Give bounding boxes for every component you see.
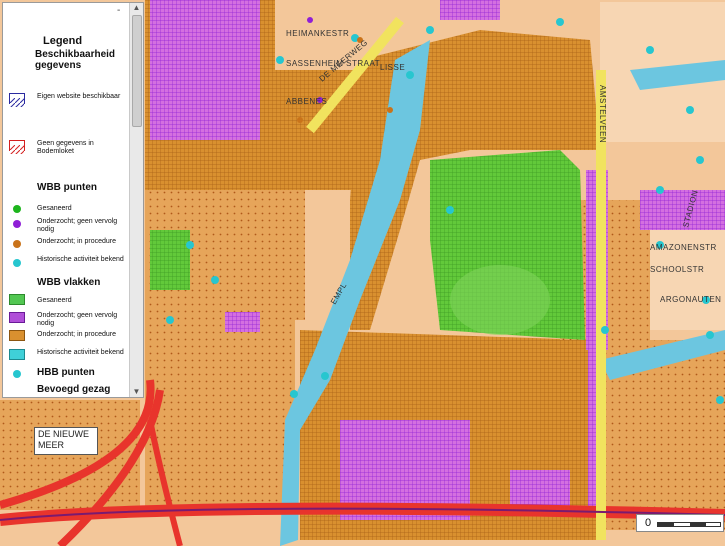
street-label-amstelveen: AMSTELVEEN — [598, 85, 607, 143]
street-label-schoolstraat: SCHOOLSTR — [650, 265, 704, 274]
scrollbar-thumb[interactable] — [132, 15, 142, 127]
legend-wbb-point-3: Historische activiteit bekend — [37, 256, 124, 263]
street-label-argonautenstraat: ARGONAUTEN — [660, 295, 721, 304]
scroll-down-icon[interactable]: ▼ — [130, 387, 143, 397]
legend-section-hbb-points: HBB punten — [37, 367, 95, 378]
legend-wbb-point-1: Onderzocht; geen vervolg nodig — [37, 218, 118, 233]
legend-wbb-area-3: Historische activiteit bekend — [37, 349, 124, 356]
legend-section-authority: Bevoegd gezag — [37, 384, 111, 395]
legend-wbb-area-1: Onderzocht; geen vervolg nodig — [37, 312, 118, 327]
wbb-point-sanitized-icon — [13, 205, 21, 213]
legend-wbb-area-2: Onderzocht; in procedure — [37, 331, 116, 338]
wbb-point-history-icon — [13, 259, 21, 267]
legend-section-availability: Beschikbaarheid gegevens — [35, 49, 116, 71]
wbb-area-sanitized-swatch — [9, 294, 25, 305]
legend-section-wbb-areas: WBB vlakken — [37, 277, 101, 288]
place-label-line-1: DE NIEUWE — [38, 429, 90, 439]
legend-wbb-area-0: Gesaneerd — [37, 297, 72, 304]
wbb-area-in-procedure-swatch — [9, 330, 25, 341]
legend-no-data: Geen gegevens in Bodemloket — [37, 140, 94, 155]
street-label-abbenes: ABBENES — [286, 97, 327, 106]
hbb-point-icon — [13, 370, 21, 378]
collapse-icon[interactable]: - — [117, 5, 120, 16]
scale-bar: 0 — [636, 514, 724, 532]
street-label-lisse: LISSE — [380, 63, 405, 72]
legend-content: - Legend Beschikbaarheid gegevens Eigen … — [3, 3, 131, 397]
legend-section-wbb-points: WBB punten — [37, 182, 97, 193]
scale-zero-label: 0 — [645, 517, 652, 529]
wbb-area-history-swatch — [9, 349, 25, 360]
wbb-point-no-followup-icon — [13, 220, 21, 228]
place-label-de-nieuwe-meer: DE NIEUWE MEER — [34, 427, 98, 455]
legend-wbb-point-2: Onderzocht; in procedure — [37, 238, 116, 245]
wbb-point-in-procedure-icon — [13, 240, 21, 248]
no-data-swatch — [9, 140, 25, 154]
own-website-swatch — [9, 93, 25, 107]
scroll-up-icon[interactable]: ▲ — [130, 3, 143, 13]
street-label-heimankestraat: HEIMANKESTR — [286, 29, 349, 38]
legend-wbb-point-0: Gesaneerd — [37, 205, 72, 212]
street-label-amazonenstraat: AMAZONENSTR — [650, 243, 717, 252]
legend-own-website: Eigen website beschikbaar — [37, 93, 121, 100]
place-label-line-2: MEER — [38, 440, 65, 450]
legend-panel[interactable]: - Legend Beschikbaarheid gegevens Eigen … — [2, 2, 144, 398]
scale-bar-graphic — [657, 522, 721, 527]
legend-scrollbar[interactable]: ▲ ▼ — [129, 3, 143, 397]
legend-title: Legend — [43, 35, 83, 47]
wbb-area-no-followup-swatch — [9, 312, 25, 323]
